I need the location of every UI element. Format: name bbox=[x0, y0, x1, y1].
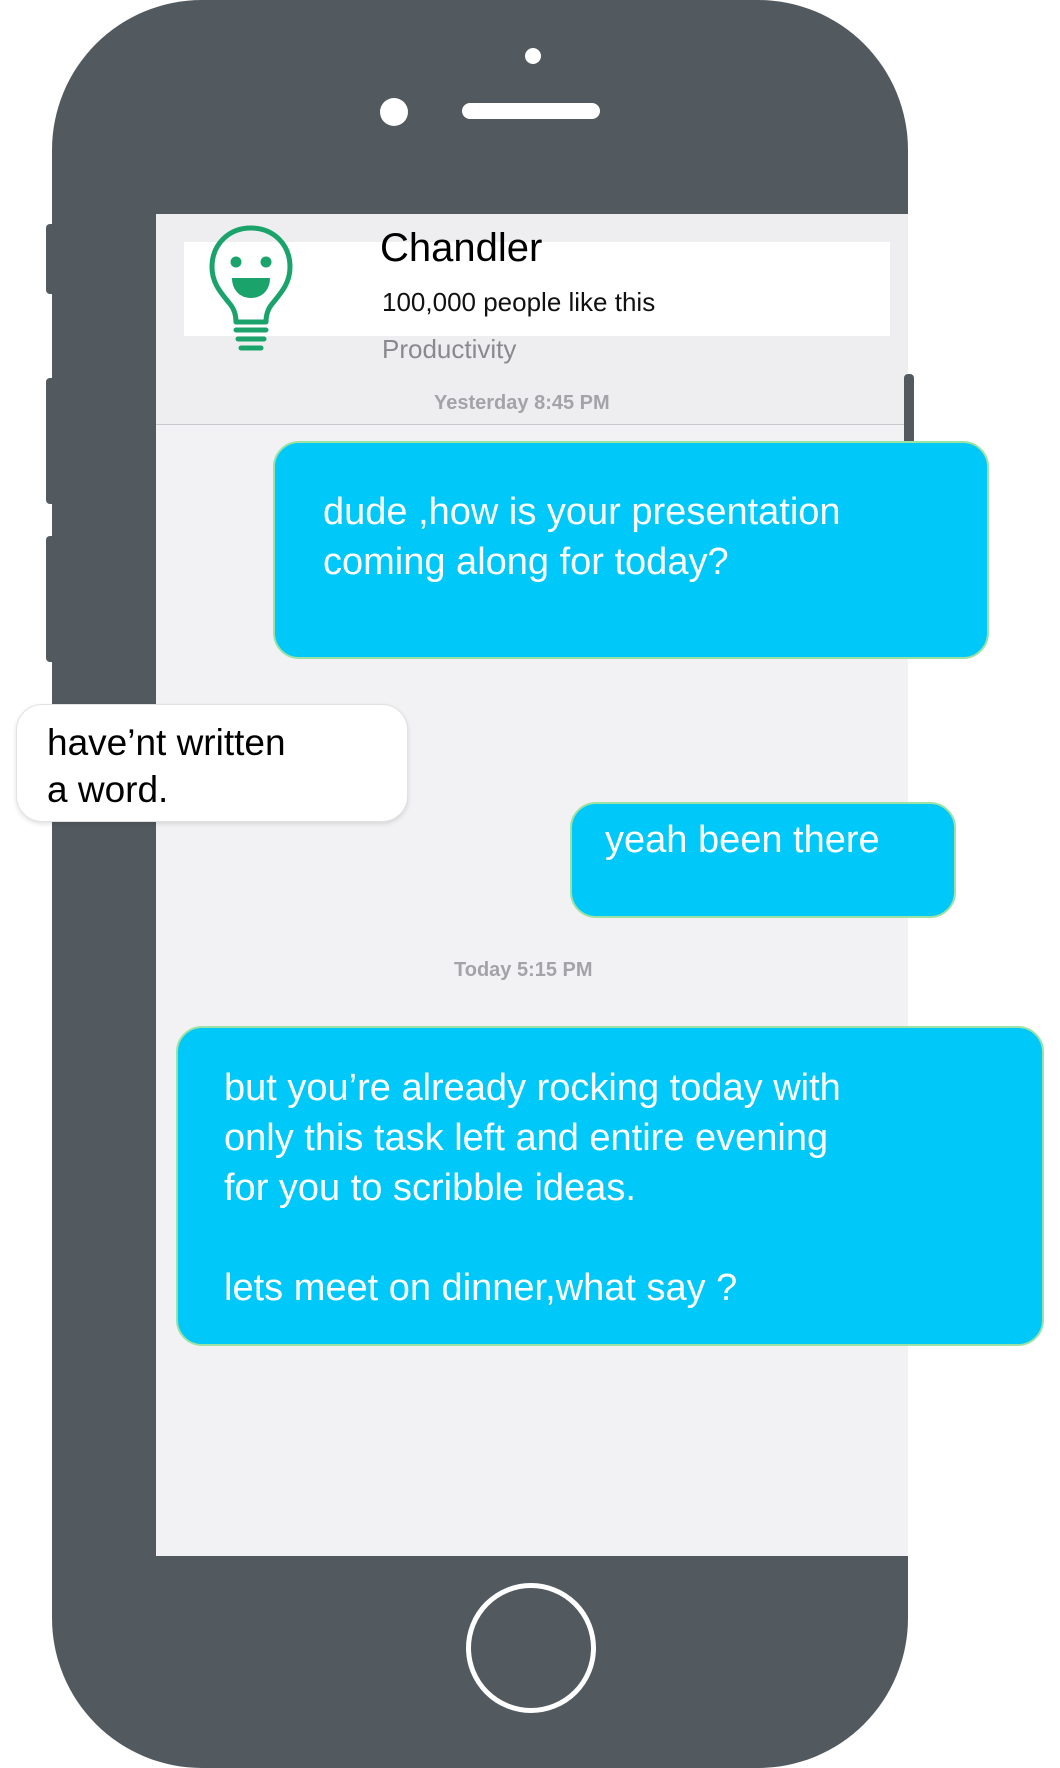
lightbulb-smile-icon bbox=[209, 225, 293, 351]
message-bubble-outgoing[interactable]: but you’re already rocking today with on… bbox=[176, 1026, 1044, 1346]
likes-count: 100,000 people like this bbox=[382, 287, 656, 317]
home-button[interactable] bbox=[466, 1583, 596, 1713]
front-camera bbox=[380, 98, 408, 126]
timestamp-today: Today 5:15 PM bbox=[454, 959, 593, 981]
message-bubble-incoming[interactable]: have’nt written a word. bbox=[16, 704, 408, 822]
timestamp-yesterday: Yesterday 8:45 PM bbox=[434, 392, 610, 414]
contact-name: Chandler bbox=[380, 226, 543, 270]
mute-switch bbox=[46, 224, 56, 294]
volume-down-button bbox=[46, 536, 56, 662]
message-bubble-outgoing[interactable]: dude ,how is your presentation coming al… bbox=[273, 441, 989, 659]
volume-up-button bbox=[46, 378, 56, 504]
chat-header: Chandler 100,000 people like this Produc… bbox=[156, 214, 908, 425]
contact-category: Productivity bbox=[382, 334, 517, 364]
message-bubble-outgoing[interactable]: yeah been there bbox=[570, 802, 956, 918]
earpiece-speaker bbox=[462, 103, 600, 119]
proximity-sensor bbox=[525, 48, 541, 64]
